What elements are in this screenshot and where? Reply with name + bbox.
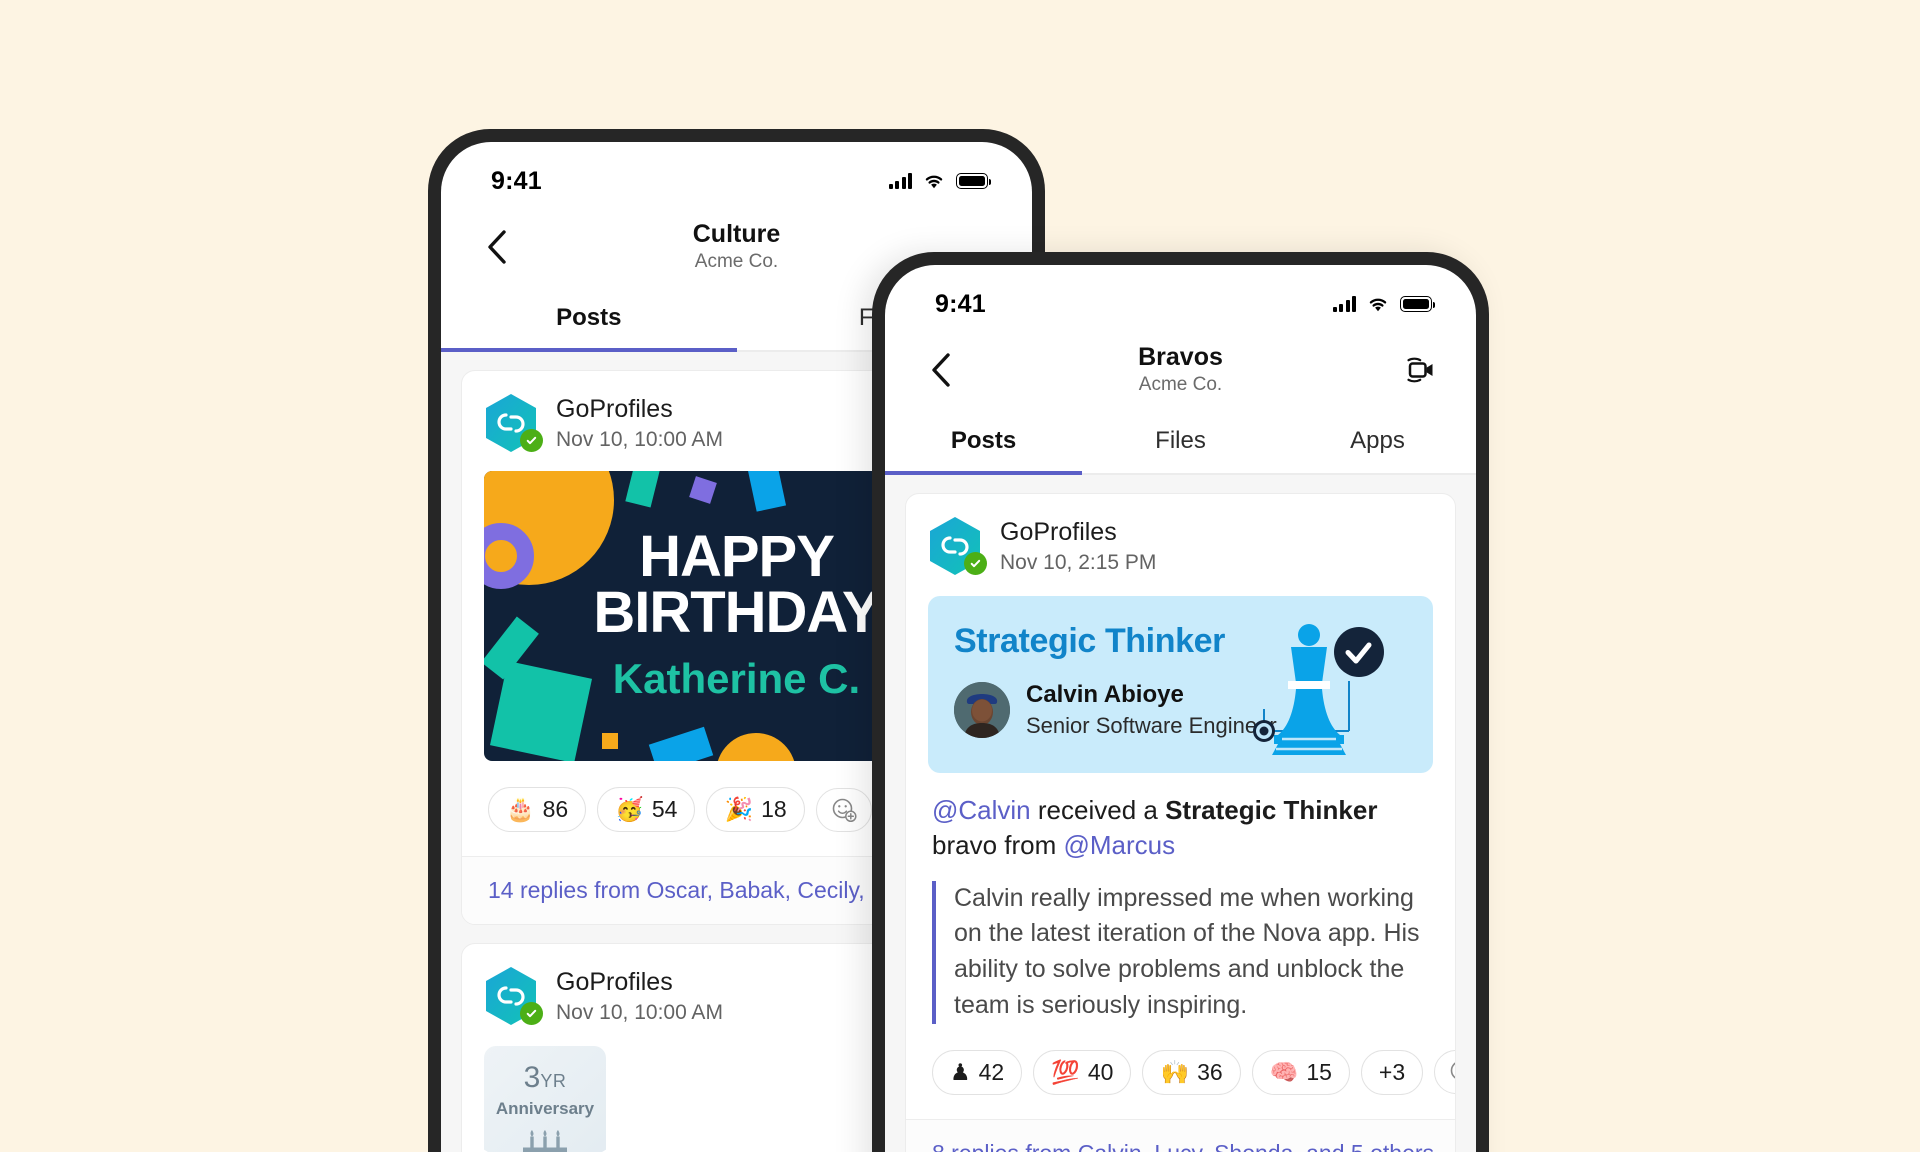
post-author: GoProfiles xyxy=(556,968,673,996)
reaction-emoji: ♟ xyxy=(950,1058,971,1085)
bravo-award-banner: Strategic Thinker Calvin Abioye Senior S… xyxy=(928,596,1433,773)
post-header: GoProfiles Nov 10, 2:15 PM xyxy=(906,494,1455,590)
chess-piece-icon xyxy=(1253,624,1384,755)
tab-apps[interactable]: Apps xyxy=(1279,413,1476,473)
cellular-bars-icon xyxy=(888,173,912,189)
tab-bar: Posts Files Apps xyxy=(885,413,1476,475)
page-title: Culture xyxy=(692,219,781,248)
anniversary-years: 3YR xyxy=(524,1063,567,1093)
status-time: 9:41 xyxy=(491,166,542,195)
anniversary-badge: 3YR Anniversary xyxy=(484,1046,606,1152)
verified-badge-icon xyxy=(520,1002,543,1025)
reaction-emoji: 🙌 xyxy=(1160,1058,1190,1085)
anniversary-label: Anniversary xyxy=(495,1099,595,1118)
reaction-count: 15 xyxy=(1306,1058,1332,1085)
reaction-pill[interactable]: 🙌 36 xyxy=(1142,1049,1241,1095)
add-reaction-button[interactable] xyxy=(1434,1050,1455,1095)
battery-full-icon xyxy=(956,173,991,189)
wifi-icon xyxy=(925,175,943,189)
video-camera-icon[interactable] xyxy=(1398,348,1442,392)
nav-titles: Culture Acme Co. xyxy=(693,220,781,275)
battery-full-icon xyxy=(1400,296,1435,312)
goprofiles-logo-icon xyxy=(484,966,543,1026)
phone-screen-bravos: 9:41 Bravos Acme Co. Posts Files Apps Go… xyxy=(885,265,1476,1152)
mention-recipient[interactable]: @Calvin xyxy=(932,795,1031,825)
reaction-count: 36 xyxy=(1197,1058,1223,1085)
nav-titles: Bravos Acme Co. xyxy=(1138,343,1223,398)
post-author: GoProfiles xyxy=(1000,518,1117,546)
verified-badge-icon xyxy=(520,429,543,452)
status-time: 9:41 xyxy=(935,289,986,318)
status-icons xyxy=(1332,296,1435,312)
goprofiles-logo-icon xyxy=(928,516,987,576)
add-reaction-icon xyxy=(1450,1062,1455,1079)
page-subtitle: Acme Co. xyxy=(694,250,779,272)
tab-files[interactable]: Files xyxy=(1082,413,1279,473)
bravo-summary-line: @Calvin received a Strategic Thinker bra… xyxy=(932,793,1429,863)
mention-giver[interactable]: @Marcus xyxy=(1064,830,1176,860)
replies-link[interactable]: 8 replies from Calvin, Lucy, Shonda, and… xyxy=(906,1118,1455,1152)
posts-feed[interactable]: GoProfiles Nov 10, 2:15 PM Strategic Thi… xyxy=(885,475,1476,1152)
reaction-pill[interactable]: 🧠 15 xyxy=(1251,1049,1350,1095)
page-title: Bravos xyxy=(1138,342,1223,371)
reaction-emoji: 🥳 xyxy=(615,796,644,822)
post-author: GoProfiles xyxy=(556,395,673,423)
post-timestamp: Nov 10, 2:15 PM xyxy=(1000,551,1157,574)
nav-bar: Bravos Acme Co. xyxy=(885,327,1476,413)
reaction-count: 18 xyxy=(761,796,787,822)
reaction-pill[interactable]: ♟ 42 xyxy=(932,1049,1023,1095)
birthday-recipient-name: Katherine C. xyxy=(612,654,861,702)
status-icons xyxy=(888,173,991,189)
avatar xyxy=(954,681,1010,738)
post-timestamp: Nov 10, 10:00 AM xyxy=(556,428,723,451)
anniversary-years-unit: YR xyxy=(540,1071,567,1091)
phone-mockup-bravos: 9:41 Bravos Acme Co. Posts Files Apps Go… xyxy=(872,252,1489,1152)
summary-award-name: Strategic Thinker xyxy=(1165,795,1378,825)
wifi-icon xyxy=(1369,298,1387,312)
bravo-quote: Calvin really impressed me when working … xyxy=(932,880,1429,1024)
add-reaction-icon xyxy=(832,798,857,822)
birthday-line-1: HAPPY xyxy=(639,524,835,590)
post-meta: GoProfiles Nov 10, 10:00 AM xyxy=(556,967,723,1025)
post-timestamp: Nov 10, 10:00 AM xyxy=(556,1001,723,1024)
reaction-pill[interactable]: 🎉 18 xyxy=(706,787,805,832)
reaction-count: 54 xyxy=(651,796,678,822)
reaction-overflow-pill[interactable]: +3 xyxy=(1360,1049,1424,1095)
reaction-pill[interactable]: 🥳 54 xyxy=(597,787,696,832)
chevron-left-icon[interactable] xyxy=(477,227,517,267)
reaction-pill[interactable]: 🎂 86 xyxy=(488,787,587,832)
post-meta: GoProfiles Nov 10, 10:00 AM xyxy=(556,394,723,452)
reaction-emoji: 🎂 xyxy=(506,796,535,822)
verified-badge-icon xyxy=(964,552,987,575)
post-meta: GoProfiles Nov 10, 2:15 PM xyxy=(1000,517,1156,575)
page-subtitle: Acme Co. xyxy=(1138,373,1223,395)
reaction-count: 42 xyxy=(978,1058,1005,1085)
add-reaction-button[interactable] xyxy=(815,787,872,832)
reaction-emoji: 💯 xyxy=(1051,1058,1080,1085)
reaction-emoji: 🎉 xyxy=(724,796,754,822)
anniversary-years-number: 3 xyxy=(523,1061,541,1094)
chevron-left-icon[interactable] xyxy=(921,350,961,390)
goprofiles-logo-icon xyxy=(484,393,543,453)
tab-posts[interactable]: Posts xyxy=(885,413,1082,475)
summary-mid-1: received a xyxy=(1030,795,1166,825)
bravo-recipient-text: Calvin Abioye Senior Software Engineer xyxy=(1026,681,1277,739)
cellular-bars-icon xyxy=(1332,296,1356,312)
reaction-pill[interactable]: 💯 40 xyxy=(1033,1049,1132,1095)
status-bar: 9:41 xyxy=(885,265,1476,327)
bravo-recipient-name: Calvin Abioye xyxy=(1026,681,1184,708)
post-card[interactable]: GoProfiles Nov 10, 2:15 PM Strategic Thi… xyxy=(905,493,1456,1152)
status-bar: 9:41 xyxy=(441,142,1032,204)
birthday-line-2: BIRTHDAY xyxy=(593,580,880,645)
reaction-emoji: 🧠 xyxy=(1269,1058,1299,1085)
summary-mid-2: bravo from xyxy=(932,829,1064,860)
reaction-count: 86 xyxy=(542,796,569,822)
post-body: @Calvin received a Strategic Thinker bra… xyxy=(906,773,1455,1024)
tab-posts[interactable]: Posts xyxy=(441,290,737,352)
birthday-cake-icon xyxy=(523,1130,567,1152)
reaction-bar: ♟ 42 💯 40 🙌 36 🧠 15 +3 xyxy=(906,1024,1455,1119)
reaction-count: 40 xyxy=(1087,1058,1114,1085)
bravo-recipient-role: Senior Software Engineer xyxy=(1026,712,1277,738)
